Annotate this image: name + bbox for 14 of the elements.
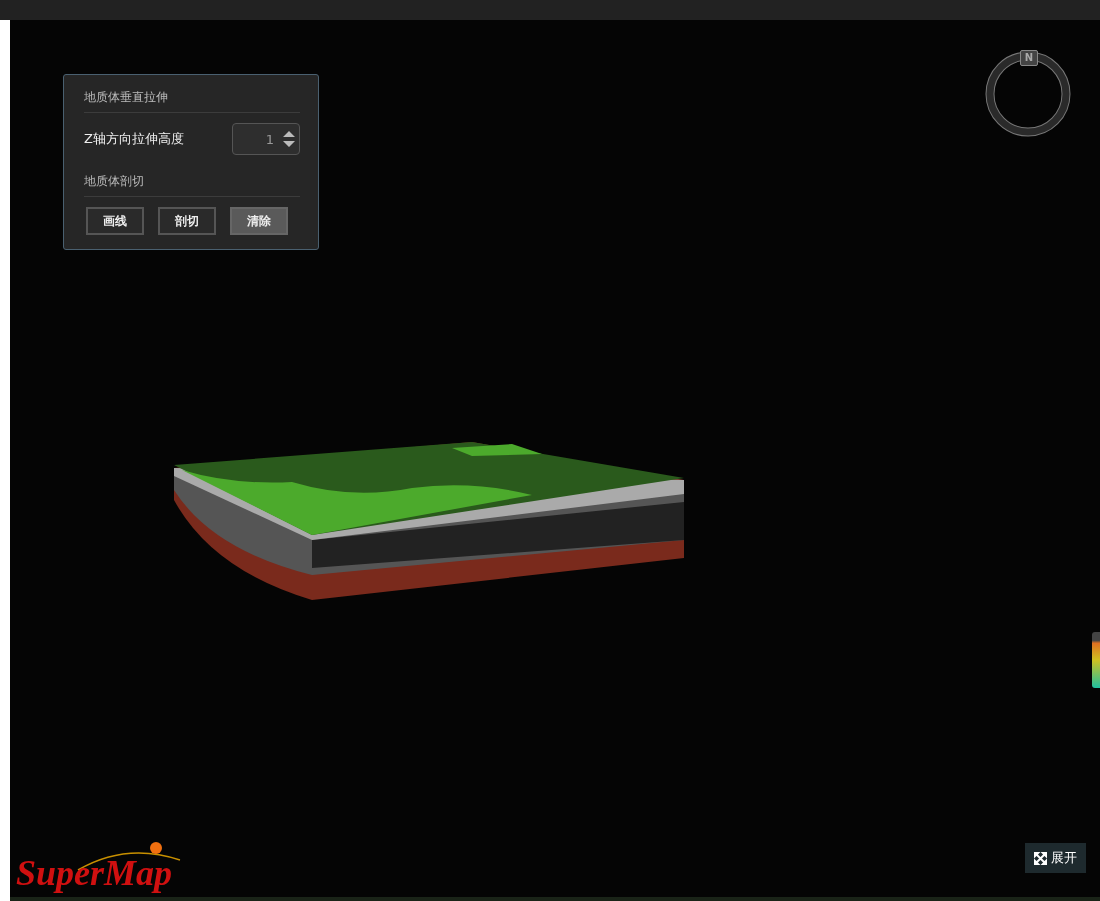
expand-arrows-icon <box>1034 851 1047 865</box>
action-button[interactable]: 剖切 <box>158 207 216 235</box>
section-title: 地质体垂直拉伸 <box>84 85 300 113</box>
number-input[interactable]: 1 <box>232 123 300 155</box>
action-button[interactable]: 清除 <box>230 207 288 235</box>
spinner-arrows-icon[interactable] <box>282 129 296 149</box>
color-scale-icon <box>1092 632 1100 688</box>
north-label: N <box>1020 50 1038 66</box>
supermap-logo: SuperMap <box>16 838 192 894</box>
action-button[interactable]: 画线 <box>86 207 144 235</box>
section-title: 地质体剖切 <box>84 169 300 197</box>
field-label: Z轴方向拉伸高度 <box>84 130 184 148</box>
compass-ring-icon[interactable] <box>984 50 1072 138</box>
expand-button[interactable]: 展开 <box>1025 843 1086 873</box>
